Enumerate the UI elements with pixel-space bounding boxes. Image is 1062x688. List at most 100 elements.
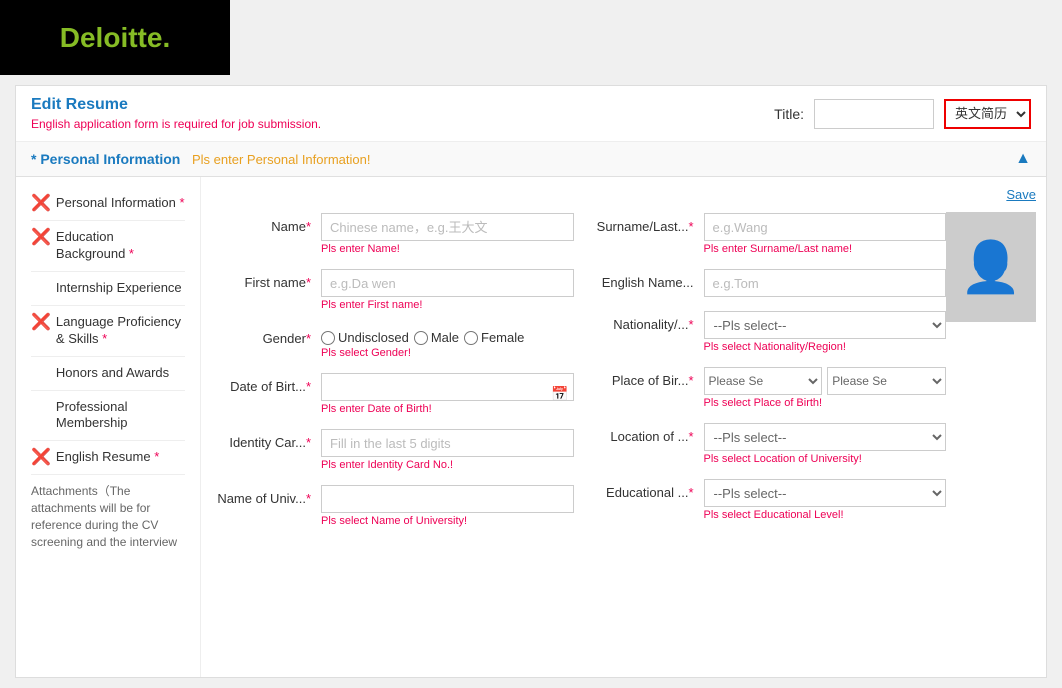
fields-area: Name* Pls enter Name! First name* P xyxy=(211,207,1036,535)
gender-option-male[interactable]: Male xyxy=(414,330,459,345)
name-error: Pls enter Name! xyxy=(321,243,574,255)
form-header-right: Title: 英文简历 中文简历 xyxy=(774,99,1031,129)
surname-field-row: Surname/Last...* Pls enter Surname/Last … xyxy=(584,207,947,261)
place-of-birth-select-1[interactable]: Please Se xyxy=(704,367,823,395)
university-name-input[interactable] xyxy=(321,485,574,513)
name-label: Name* xyxy=(211,213,321,234)
section-collapse-icon[interactable]: ▲ xyxy=(1015,150,1031,168)
english-name-input[interactable] xyxy=(704,269,947,297)
main-container: Edit Resume English application form is … xyxy=(0,75,1062,688)
gender-option-female[interactable]: Female xyxy=(464,330,524,345)
nationality-input-wrap: --Pls select-- Pls select Nationality/Re… xyxy=(704,311,947,353)
section-title: * Personal Information Pls enter Persona… xyxy=(31,151,370,167)
educational-label: Educational ...* xyxy=(584,479,704,500)
nationality-field-row: Nationality/...* --Pls select-- Pls sele… xyxy=(584,305,947,359)
identity-label: Identity Car...* xyxy=(211,429,321,450)
identity-field-row: Identity Car...* Pls enter Identity Card… xyxy=(211,423,574,477)
calendar-icon: 📅 xyxy=(551,386,568,403)
gender-radio-male[interactable] xyxy=(414,331,428,345)
form-content: Save Name* Pls enter Name! xyxy=(201,177,1046,677)
sidebar-item-honors[interactable]: ❌ Honors and Awards xyxy=(31,357,185,391)
english-name-input-wrap xyxy=(704,269,947,297)
sidebar-item-personal[interactable]: ❌ Personal Information * xyxy=(31,187,185,221)
gender-radio-undisclosed[interactable] xyxy=(321,331,335,345)
surname-input-wrap: Pls enter Surname/Last name! xyxy=(704,213,947,255)
english-resume-label: English Resume * xyxy=(56,449,159,466)
english-name-label: English Name... xyxy=(584,269,704,290)
internship-label: Internship Experience xyxy=(56,280,182,297)
place-of-birth-selects: Please Se Please Se xyxy=(704,367,947,395)
form-header-left: Edit Resume English application form is … xyxy=(31,96,321,131)
edit-resume-title: Edit Resume xyxy=(31,96,321,114)
sidebar-item-language[interactable]: ❌ Language Proficiency & Skills * xyxy=(31,306,185,357)
education-label: Education Background * xyxy=(56,229,185,263)
sidebar-item-professional[interactable]: ❌ Professional Membership xyxy=(31,391,185,442)
sidebar-item-education[interactable]: ❌ Education Background * xyxy=(31,221,185,272)
sidebar-nav: ❌ Personal Information * ❌ Education Bac… xyxy=(16,177,201,677)
gender-field-row: Gender* Undisclosed Male xyxy=(211,319,574,365)
left-column: Name* Pls enter Name! First name* P xyxy=(211,207,574,535)
dob-error: Pls enter Date of Birth! xyxy=(321,403,574,415)
place-of-birth-input-wrap: Please Se Please Se Pls select Place of … xyxy=(704,367,947,409)
avatar-icon: 👤 xyxy=(960,238,1022,297)
sidebar-item-internship[interactable]: ❌ Internship Experience xyxy=(31,272,185,306)
body-area: ❌ Personal Information * ❌ Education Bac… xyxy=(16,177,1046,677)
name-input[interactable] xyxy=(321,213,574,241)
nationality-error: Pls select Nationality/Region! xyxy=(704,341,947,353)
surname-input[interactable] xyxy=(704,213,947,241)
save-row: Save xyxy=(211,182,1036,207)
gender-options-wrap: Undisclosed Male Female xyxy=(321,325,574,359)
name-field-row: Name* Pls enter Name! xyxy=(211,207,574,261)
sidebar-item-english-resume[interactable]: ❌ English Resume * xyxy=(31,441,185,475)
honors-dot: ❌ xyxy=(31,366,51,382)
resume-type-select[interactable]: 英文简历 中文简历 xyxy=(944,99,1031,129)
educational-field-row: Educational ...* --Pls select-- Pls sele… xyxy=(584,473,947,527)
firstname-input-wrap: Pls enter First name! xyxy=(321,269,574,311)
gender-male-label: Male xyxy=(431,330,459,345)
section-header: * Personal Information Pls enter Persona… xyxy=(16,142,1046,177)
university-name-label: Name of Univ...* xyxy=(211,485,321,506)
english-name-field-row: English Name... xyxy=(584,263,947,303)
gender-options: Undisclosed Male Female xyxy=(321,325,574,345)
dob-input[interactable] xyxy=(321,373,574,401)
title-label: Title: xyxy=(774,106,804,122)
form-container: Edit Resume English application form is … xyxy=(15,85,1047,678)
identity-input[interactable] xyxy=(321,429,574,457)
nationality-select[interactable]: --Pls select-- xyxy=(704,311,947,339)
deloitte-logo: Deloitte. xyxy=(60,22,170,54)
location-univ-field-row: Location of ...* --Pls select-- Pls sele… xyxy=(584,417,947,471)
dob-input-wrap: 📅 Pls enter Date of Birth! xyxy=(321,373,574,415)
language-label: Language Proficiency & Skills * xyxy=(56,314,185,348)
avatar-placeholder: 👤 xyxy=(946,212,1036,322)
gender-option-undisclosed[interactable]: Undisclosed xyxy=(321,330,409,345)
honors-label: Honors and Awards xyxy=(56,365,169,382)
logo-dot: . xyxy=(162,22,170,53)
english-required-notice: English application form is required for… xyxy=(31,117,321,131)
gender-radio-female[interactable] xyxy=(464,331,478,345)
right-column: Surname/Last...* Pls enter Surname/Last … xyxy=(574,207,947,529)
header-logo-container: Deloitte. xyxy=(0,0,230,75)
place-of-birth-error: Pls select Place of Birth! xyxy=(704,397,947,409)
form-header: Edit Resume English application form is … xyxy=(16,86,1046,142)
gender-female-label: Female xyxy=(481,330,524,345)
place-of-birth-select-2[interactable]: Please Se xyxy=(827,367,946,395)
identity-error: Pls enter Identity Card No.! xyxy=(321,459,574,471)
educational-error: Pls select Educational Level! xyxy=(704,509,947,521)
attachments-note: Attachments（The attachments will be for … xyxy=(31,475,185,558)
title-input[interactable] xyxy=(814,99,934,129)
gender-error: Pls select Gender! xyxy=(321,347,574,359)
educational-select[interactable]: --Pls select-- xyxy=(704,479,947,507)
english-resume-error-dot: ❌ xyxy=(31,450,51,466)
educational-input-wrap: --Pls select-- Pls select Educational Le… xyxy=(704,479,947,521)
personal-error-dot: ❌ xyxy=(31,196,51,212)
firstname-error: Pls enter First name! xyxy=(321,299,574,311)
save-button[interactable]: Save xyxy=(1006,187,1036,202)
university-name-field-row: Name of Univ...* Pls select Name of Univ… xyxy=(211,479,574,533)
firstname-input[interactable] xyxy=(321,269,574,297)
location-univ-select[interactable]: --Pls select-- xyxy=(704,423,947,451)
location-univ-error: Pls select Location of University! xyxy=(704,453,947,465)
firstname-field-row: First name* Pls enter First name! xyxy=(211,263,574,317)
professional-label: Professional Membership xyxy=(56,399,185,433)
university-name-input-wrap: Pls select Name of University! xyxy=(321,485,574,527)
location-univ-label: Location of ...* xyxy=(584,423,704,444)
